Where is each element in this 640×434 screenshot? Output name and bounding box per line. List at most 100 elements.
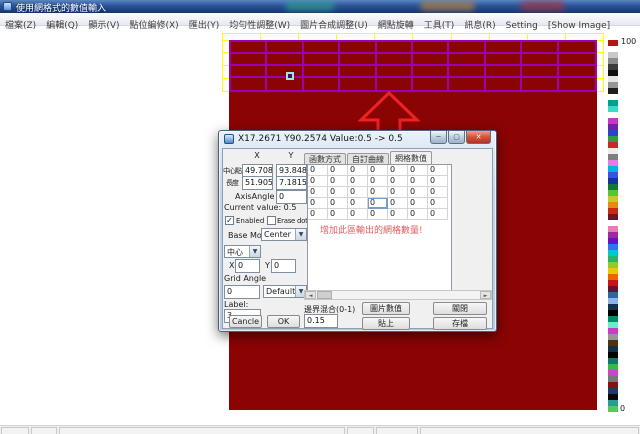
grid-cell[interactable]: 0 [368,209,388,220]
canvas-grid-cell[interactable] [522,66,558,78]
canvas-grid-cell[interactable] [377,54,413,66]
scroll-left-icon[interactable]: ◄ [305,291,316,299]
canvas-grid-cell[interactable] [377,66,413,78]
grid-angle-input[interactable]: 0 [224,285,260,299]
menu-item-5[interactable]: 匯出(Y) [184,20,225,32]
canvas-grid-cell[interactable] [559,78,595,90]
canvas-grid-cell[interactable] [267,54,303,66]
grid-cell[interactable]: 0 [308,187,328,198]
menu-item-2[interactable]: 編輯(Q) [41,20,83,32]
grid-cell[interactable]: 0 [348,198,368,209]
canvas-grid-cell[interactable] [231,54,267,66]
grid-cell[interactable]: 0 [328,187,348,198]
canvas-grid-cell[interactable] [486,54,522,66]
canvas-grid-cell[interactable] [559,54,595,66]
grid-cell[interactable]: 0 [308,165,328,176]
menu-item-12[interactable]: [Show Image] [543,20,615,32]
ok-button[interactable]: OK [267,315,300,328]
grid-cell[interactable]: 0 [428,209,448,220]
grid-cell[interactable]: 0 [308,176,328,187]
canvas-grid-cell[interactable] [413,42,449,54]
canvas-grid-cell[interactable] [413,78,449,90]
base-mode-select[interactable]: Center ▼ [261,228,307,241]
image-values-button[interactable]: 圖片數值 [362,302,410,315]
menu-item-11[interactable]: Setting [501,20,543,32]
menu-item-4[interactable]: 點位編修(X) [125,20,184,32]
grid-cell[interactable]: 0 [368,176,388,187]
scrollbar-thumb[interactable] [317,291,332,299]
canvas-grid-cell[interactable] [413,66,449,78]
canvas-grid-cell[interactable] [377,78,413,90]
color-palette-strip[interactable] [608,40,618,412]
tab-1[interactable]: 函數方式 [304,153,346,164]
menu-item-9[interactable]: 工具(T) [419,20,460,32]
canvas-grid-cell[interactable] [522,42,558,54]
horizontal-scrollbar[interactable]: ◄ ► [304,290,492,300]
canvas-grid-cell[interactable] [231,66,267,78]
palette-color[interactable] [608,406,618,412]
grid-cell[interactable]: 0 [408,209,428,220]
grid-cell[interactable]: 0 [408,187,428,198]
grid-cell[interactable]: 0 [388,176,408,187]
grid-cell[interactable]: 0 [388,198,408,209]
grid-cell[interactable]: 0 [428,176,448,187]
canvas-grid-cell[interactable] [559,66,595,78]
canvas-grid-cell[interactable] [304,54,340,66]
grid-cell[interactable]: 0 [408,176,428,187]
grid-cell[interactable]: 0 [428,165,448,176]
grid-cell[interactable]: 0 [328,176,348,187]
scroll-right-icon[interactable]: ► [480,291,491,299]
menu-item-8[interactable]: 網點旋轉 [373,20,419,32]
paste-button[interactable]: 貼上 [362,317,410,330]
offset-y-input[interactable]: 0 [271,259,296,273]
grid-cell[interactable]: 0 [348,209,368,220]
grid-cell[interactable]: 0 [368,165,388,176]
canvas-grid-cell[interactable] [449,66,485,78]
grid-cell[interactable]: 0 [308,198,328,209]
grid-cell[interactable]: 0 [388,187,408,198]
blend-input[interactable]: 0.15 [304,314,338,328]
menu-item-7[interactable]: 圖片合成調整(U) [295,20,373,32]
grid-cell[interactable]: 0 [428,198,448,209]
grid-cell[interactable]: 0 [428,187,448,198]
canvas-grid-cell[interactable] [486,66,522,78]
axis-angle-input[interactable]: 0 [276,190,307,204]
grid-cell[interactable]: 0 [328,165,348,176]
canvas-grid-cell[interactable] [267,42,303,54]
canvas-grid-cell[interactable] [231,42,267,54]
cancel-button[interactable]: Cancle [229,315,262,328]
save-button[interactable]: 存檔 [433,317,487,330]
maximize-button[interactable]: ▢ [448,131,465,144]
canvas-grid-cell[interactable] [304,42,340,54]
canvas-grid-cell[interactable] [340,54,376,66]
length-x-input[interactable]: 51.9055 [242,176,273,190]
canvas-grid-cell[interactable] [449,78,485,90]
canvas-grid-cell[interactable] [559,42,595,54]
canvas-grid-cell[interactable] [522,78,558,90]
canvas-grid-cell[interactable] [449,54,485,66]
grid-cell[interactable]: 0 [368,187,388,198]
tab-3[interactable]: 網格數值 [390,151,432,164]
grid-cell[interactable]: 0 [368,198,388,209]
menu-item-3[interactable]: 顯示(V) [83,20,124,32]
grid-cell[interactable]: 0 [408,198,428,209]
canvas-grid-cell[interactable] [486,78,522,90]
tab-2[interactable]: 自訂曲線 [347,153,389,164]
grid-cell[interactable]: 0 [348,165,368,176]
grid-cell[interactable]: 0 [348,176,368,187]
close-button[interactable]: ✕ [466,131,491,144]
canvas-grid-cell[interactable] [340,66,376,78]
canvas-grid-cell[interactable] [340,42,376,54]
menu-item-1[interactable]: 檔案(Z) [0,20,41,32]
grid-cell[interactable]: 0 [328,198,348,209]
grid-cell[interactable]: 0 [408,165,428,176]
canvas-grid-cell[interactable] [231,78,267,90]
canvas-grid-cell[interactable] [486,42,522,54]
grid-cell[interactable]: 0 [388,209,408,220]
grid-cell[interactable]: 0 [308,209,328,220]
grid-angle-mode-select[interactable]: Default ▼ [263,285,307,298]
canvas-grid-cell[interactable] [449,42,485,54]
grid-cell[interactable]: 0 [348,187,368,198]
enabled-checkbox[interactable]: ✓ [225,216,234,225]
menu-item-10[interactable]: 訊息(R) [459,20,500,32]
